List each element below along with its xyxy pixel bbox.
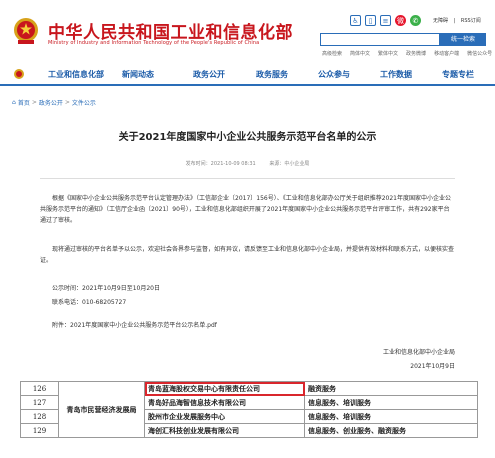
attachment-link[interactable]: 附件：2021年度国家中小企业公共服务示范平台公示名单.pdf — [40, 320, 455, 331]
quick-link-simplified[interactable]: 简体中文 — [350, 50, 370, 57]
top-links-separator: | — [453, 18, 456, 24]
article-title: 关于2021年度国家中小企业公共服务示范平台名单的公示 — [118, 132, 377, 143]
feed-icon[interactable]: ≡ — [380, 15, 391, 26]
article-source: 来源：中小企业局 — [269, 161, 310, 167]
breadcrumb-separator: > — [31, 99, 37, 106]
row-number: 127 — [20, 395, 59, 410]
platform-list-table: 126 青岛市民营经济发展局 青岛蓝海股权交易中心有限责任公司 融资服务 127… — [20, 381, 478, 458]
quick-link-weibo[interactable]: 政务微博 — [406, 50, 426, 57]
nav-item-government-affairs[interactable]: 政务公开 — [193, 69, 225, 80]
breadcrumb-separator: > — [64, 99, 70, 106]
platform-name: 海创汇科技创业发展有限公司 — [144, 423, 305, 438]
platform-name: 胶州市企业发展服务中心 — [144, 409, 305, 424]
top-icon-bar: ♿ ▯ ≡ 微 ✆ — [350, 15, 421, 26]
platform-name: 青岛好品海智信息技术有限公司 — [144, 395, 305, 410]
search-input[interactable] — [320, 33, 440, 46]
row-number: 126 — [20, 381, 59, 396]
quick-link-mobile[interactable]: 移动客户端 — [434, 50, 459, 57]
contact-phone: 联系电话：010-68205727 — [52, 299, 127, 306]
platform-name-highlighted: 青岛蓝海股权交易中心有限责任公司 — [144, 381, 305, 396]
nav-item-news[interactable]: 新闻动态 — [122, 69, 154, 80]
row-number: 129 — [20, 423, 59, 438]
quick-link-wechat[interactable]: 微信公众号 — [467, 50, 492, 57]
signature-date: 2021年10月9日 — [410, 363, 455, 370]
site-header: 中华人民共和国工业和信息化部 Ministry of Industry and … — [0, 0, 495, 64]
quick-links: 高级检索 简体中文 繁体中文 政务微博 移动客户端 微信公众号 — [322, 50, 492, 57]
accessibility-link[interactable]: 无障碍 — [433, 18, 448, 24]
rss-link[interactable]: RSS订阅 — [461, 18, 481, 24]
nav-item-special-topics[interactable]: 专题专栏 — [442, 69, 474, 80]
article-paragraph: 根据《国家中小企业公共服务示范平台认定管理办法》（工信部企业〔2017〕156号… — [40, 195, 451, 224]
row-number: 128 — [20, 409, 59, 424]
service-type: 信息服务、培训服务 — [304, 395, 478, 410]
main-nav: 工业和信息化部 新闻动态 政务公开 政务服务 公众参与 工作数据 专题专栏 — [0, 64, 495, 86]
accessibility-icon[interactable]: ♿ — [350, 15, 361, 26]
home-icon[interactable] — [12, 68, 26, 80]
breadcrumb-file-notice[interactable]: 文件公示 — [72, 98, 96, 107]
article-meta: 发布时间：2021-10-09 08:31 来源：中小企业局 — [0, 160, 495, 167]
top-links: 无障碍 | RSS订阅 — [433, 17, 485, 24]
national-emblem-icon[interactable] — [12, 16, 40, 46]
service-type: 融资服务 — [304, 381, 478, 396]
recommending-unit: 青岛市民营经济发展局 — [58, 381, 145, 438]
table-row: 126 青岛市民营经济发展局 青岛蓝海股权交易中心有限责任公司 融资服务 — [20, 381, 478, 438]
weibo-icon[interactable]: 微 — [395, 15, 406, 26]
wechat-icon[interactable]: ✆ — [410, 15, 421, 26]
article-paragraph: 现将通过审核的平台名单予以公示，欢迎社会各界参与监督，如有异议，请反馈至工业和信… — [40, 246, 455, 264]
nav-item-public-participation[interactable]: 公众参与 — [318, 69, 350, 80]
publish-time: 发布时间：2021-10-09 08:31 — [185, 161, 256, 167]
notice-period: 公示时间：2021年10月9日至10月20日 — [52, 285, 160, 292]
site-subtitle: Ministry of Industry and Information Tec… — [48, 40, 260, 46]
service-type: 信息服务、培训服务 — [304, 409, 478, 424]
nav-item-services[interactable]: 政务服务 — [256, 69, 288, 80]
breadcrumb-home[interactable]: 首页 — [18, 98, 30, 107]
quick-link-traditional[interactable]: 繁体中文 — [378, 50, 398, 57]
title-divider — [40, 178, 455, 179]
home-small-icon[interactable]: ⌂ — [12, 99, 16, 106]
search-button[interactable]: 统一检索 — [440, 33, 486, 46]
nav-item-miit[interactable]: 工业和信息化部 — [48, 69, 104, 80]
mobile-icon[interactable]: ▯ — [365, 15, 376, 26]
breadcrumb: ⌂ 首页 > 政务公开 > 文件公示 — [12, 98, 96, 107]
breadcrumb-government-affairs[interactable]: 政务公开 — [39, 98, 63, 107]
signature-org: 工业和信息化部中小企业局 — [382, 349, 455, 356]
nav-item-work-data[interactable]: 工作数据 — [380, 69, 412, 80]
quick-link-advanced-search[interactable]: 高级检索 — [322, 50, 342, 57]
service-type: 信息服务、创业服务、融资服务 — [304, 423, 478, 438]
